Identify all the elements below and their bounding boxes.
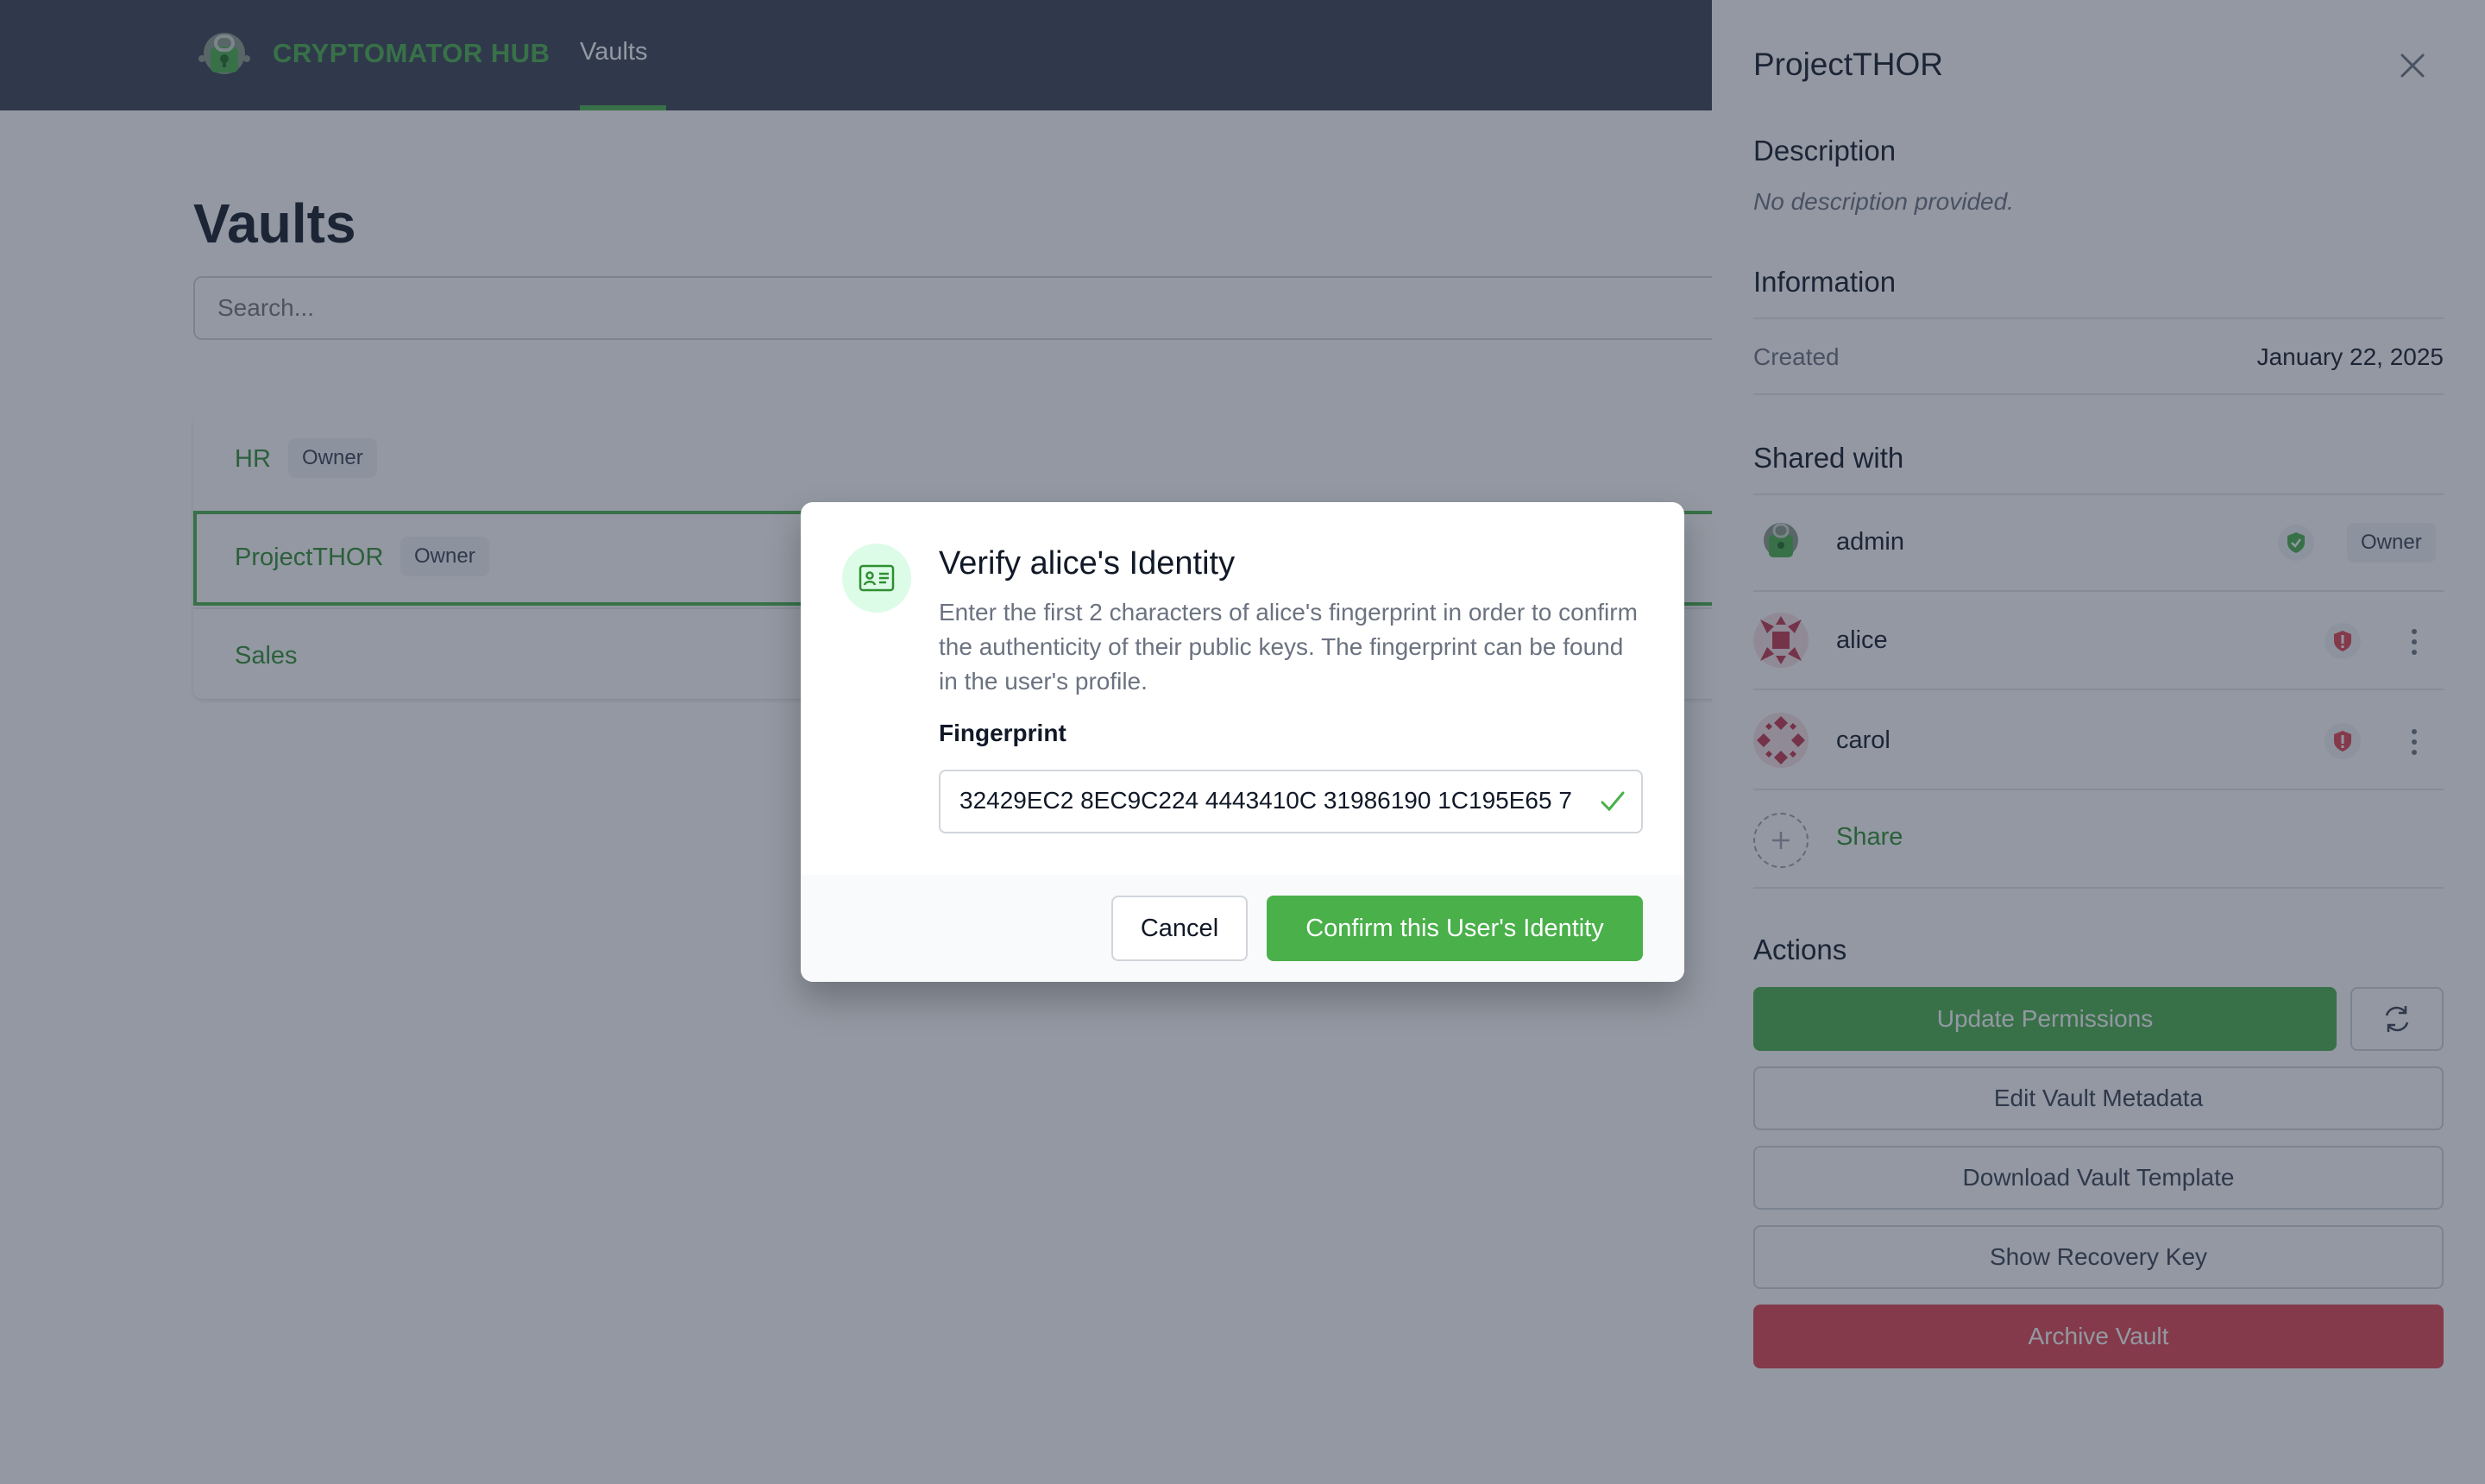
check-icon [1601,791,1625,812]
confirm-identity-button[interactable]: Confirm this User's Identity [1267,896,1643,961]
dialog-description: Enter the first 2 characters of alice's … [939,599,1638,695]
verify-identity-dialog: Verify alice's Identity Enter the first … [801,502,1684,982]
fingerprint-field[interactable]: 32429EC2 8EC9C224 4443410C 31986190 1C19… [939,770,1643,833]
fingerprint-value: 32429EC2 8EC9C224 4443410C 31986190 1C19… [959,787,1572,814]
panel-backdrop [1712,0,2485,1484]
dialog-title: Verify alice's Identity [939,545,1236,582]
dialog-footer: Cancel Confirm this User's Identity [801,875,1684,982]
cancel-button[interactable]: Cancel [1111,896,1248,961]
id-card-icon-wrapper [842,544,911,613]
fingerprint-label: Fingerprint [939,720,1066,746]
id-card-icon [859,564,895,592]
